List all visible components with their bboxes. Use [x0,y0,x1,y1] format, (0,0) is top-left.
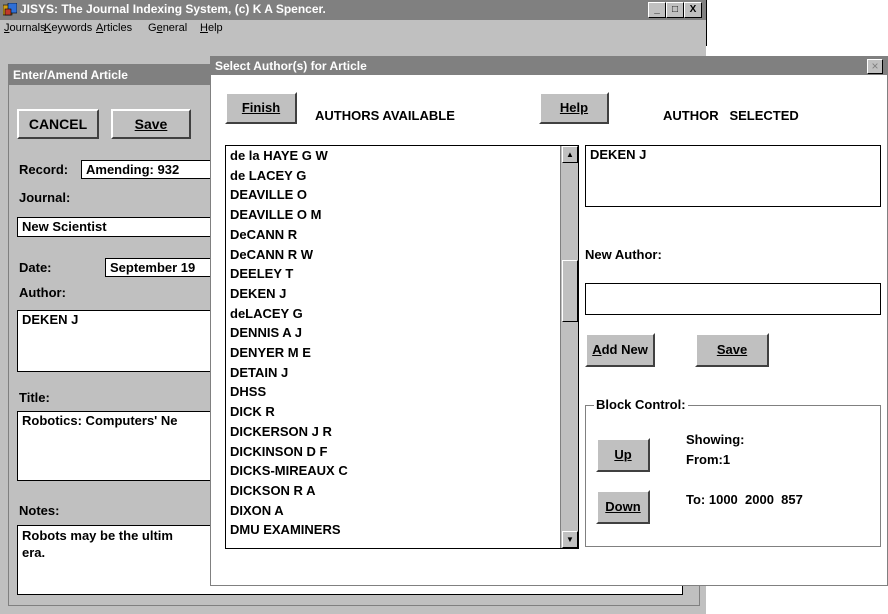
save-label: Save [134,116,168,132]
author-list-item[interactable]: DeCANN R [230,227,297,242]
app-icon [3,3,17,16]
finish-button[interactable]: Finish [225,92,297,124]
add-new-label: dd New [601,342,648,357]
scroll-down-icon[interactable]: ▼ [562,531,578,548]
scroll-up-icon[interactable]: ▲ [562,146,578,163]
author-list-item[interactable]: de LACEY G [230,168,306,183]
dialog-title: Select Author(s) for Article [215,59,367,73]
menu-keywords[interactable]: Keywords [44,22,92,34]
date-field[interactable]: September 19 [105,258,221,277]
author-label: Author: [19,285,66,300]
author-list-item[interactable]: DeCANN R W [230,247,313,262]
author-list-item[interactable]: DEAVILLE O M [230,207,321,222]
down-label: Down [605,499,641,514]
notes-label: Notes: [19,503,60,518]
finish-label: Finish [241,100,281,115]
dialog-save-button[interactable]: Save [695,333,769,367]
dialog-titlebar[interactable]: Select Author(s) for Article × [211,57,887,75]
add-new-button[interactable]: Add New [585,333,655,367]
menu-bar: Journals Keywords Articles General Help [0,20,706,38]
menu-articles[interactable]: Articles [96,22,132,34]
author-list-item[interactable]: DHSS [230,384,266,399]
list-scrollbar[interactable]: ▲ ▼ [560,146,578,548]
author-list-item[interactable]: DICKINSON D F [230,444,328,459]
title-label: Title: [19,390,50,405]
author-list-item[interactable]: DICKS-MIREAUX C [230,463,348,478]
record-field[interactable]: Amending: 932 [81,160,221,179]
date-label: Date: [19,260,52,275]
author-list-item[interactable]: deLACEY G [230,306,303,321]
new-author-input[interactable] [585,283,881,315]
amend-window-title: Enter/Amend Article [13,68,128,82]
author-list-item[interactable]: DEELEY T [230,266,293,281]
author-list-item[interactable]: DEAVILLE O [230,187,307,202]
author-list-item[interactable]: DICKERSON J R [230,424,332,439]
cancel-button[interactable]: CANCEL [17,109,99,139]
new-author-label: New Author: [585,247,662,262]
author-list-item[interactable]: DIXON A [230,503,284,518]
author-list-item[interactable]: DMU EXAMINERS [230,522,341,537]
close-button[interactable]: X [684,2,702,18]
author-list-item[interactable]: DETAIN J [230,365,288,380]
record-label: Record: [19,162,69,177]
author-list-item[interactable]: DICKSON R A [230,483,315,498]
authors-available-list[interactable]: de la HAYE G W de LACEY G DEAVILLE O DEAVIL… [225,145,579,549]
author-list-item[interactable]: DEKEN J [230,286,286,301]
help-button[interactable]: Help [539,92,609,124]
background-window [706,0,888,47]
minimize-button[interactable]: _ [648,2,666,18]
amend-save-button[interactable]: Save [111,109,191,139]
author-field[interactable]: DEKEN J [17,310,221,372]
to-value: To: 1000 2000 857 [686,492,803,507]
up-label: Up [614,447,632,462]
author-list-item[interactable]: de la HAYE G W [230,148,328,163]
authors-available-label: AUTHORS AVAILABLE [315,108,455,123]
author-list-item[interactable]: DICK R [230,404,275,419]
journal-label: Journal: [19,190,71,205]
block-control-label: Block Control: [594,397,688,412]
help-label: Help [559,100,589,115]
main-titlebar[interactable]: JISYS: The Journal Indexing System, (c) … [0,0,706,20]
showing-label: Showing: [686,432,745,447]
select-authors-dialog: Select Author(s) for Article × Finish AU… [210,56,888,586]
window-title: JISYS: The Journal Indexing System, (c) … [20,2,326,16]
block-control-group: Block Control: Up Down Showing: From:1 T… [585,397,881,547]
menu-general[interactable]: General [148,22,187,34]
scroll-thumb[interactable] [562,260,578,322]
title-field[interactable]: Robotics: Computers' Ne [17,411,221,481]
journal-field[interactable]: New Scientist [17,217,221,237]
dialog-save-label: Save [716,342,748,357]
author-list-item[interactable]: DENNIS A J [230,325,302,340]
selected-authors-box[interactable]: DEKEN J [585,145,881,207]
author-list-item[interactable]: DENYER M E [230,345,311,360]
menu-help[interactable]: Help [200,22,223,34]
dialog-close-icon[interactable]: × [867,59,883,74]
selected-author[interactable]: DEKEN J [590,147,876,162]
author-selected-label: AUTHOR SELECTED [663,108,799,123]
up-button[interactable]: Up [596,438,650,472]
maximize-button[interactable]: □ [666,2,684,18]
down-button[interactable]: Down [596,490,650,524]
menu-journals[interactable]: Journals [4,22,46,34]
from-value: From:1 [686,452,731,467]
